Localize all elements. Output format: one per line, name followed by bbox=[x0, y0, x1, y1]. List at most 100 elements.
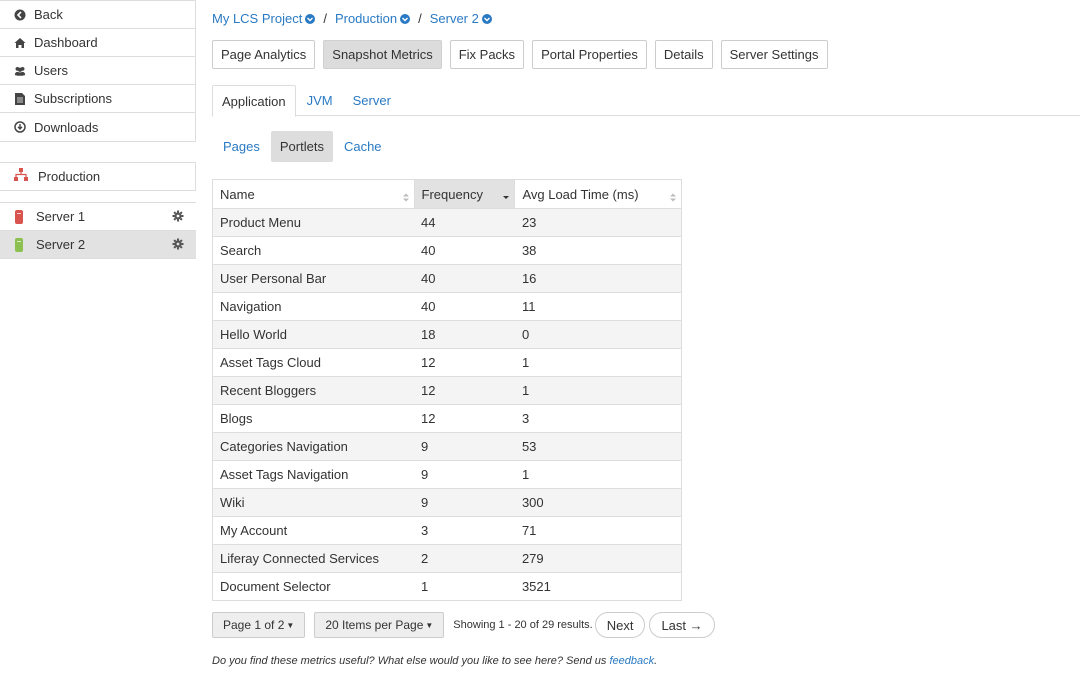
sidebar-item-label: Subscriptions bbox=[34, 91, 113, 106]
breadcrumb-server[interactable]: Server 2 bbox=[430, 11, 492, 26]
tab-server[interactable]: Server bbox=[344, 85, 400, 116]
next-page-button[interactable]: Next bbox=[594, 612, 646, 638]
page-select-label: Page 1 of 2 bbox=[223, 618, 285, 632]
results-summary: Showing 1 - 20 of 29 results. bbox=[453, 619, 593, 631]
feedback-link[interactable]: feedback bbox=[609, 655, 654, 667]
column-header-label: Name bbox=[220, 186, 255, 202]
cell-name: Search bbox=[212, 236, 415, 265]
server-red-icon bbox=[15, 209, 23, 224]
gear-icon[interactable] bbox=[172, 238, 184, 250]
server-item-2[interactable]: Server 2 bbox=[0, 231, 196, 259]
sidebar-item-label: Back bbox=[34, 7, 63, 22]
server-list: Server 1 Server 2 bbox=[0, 202, 196, 259]
table-row: User Personal Bar 40 16 bbox=[212, 264, 682, 293]
table-row: Blogs 12 3 bbox=[212, 404, 682, 433]
breadcrumb-project-label: My LCS Project bbox=[212, 11, 303, 26]
sort-icon bbox=[670, 190, 676, 202]
portal-properties-button[interactable]: Portal Properties bbox=[532, 40, 647, 69]
breadcrumb-environment[interactable]: Production bbox=[334, 11, 411, 26]
subtab-cache[interactable]: Cache bbox=[335, 131, 391, 162]
table-row: Asset Tags Navigation 9 1 bbox=[212, 460, 682, 489]
fix-packs-button[interactable]: Fix Packs bbox=[449, 40, 525, 69]
server-green-icon bbox=[15, 237, 23, 252]
cell-avg-load-time: 16 bbox=[514, 264, 682, 293]
breadcrumb-environment-label: Production bbox=[334, 11, 398, 26]
chevron-down-icon[interactable] bbox=[305, 13, 316, 24]
sidebar-item-subscriptions[interactable]: Subscriptions bbox=[0, 85, 195, 113]
pagination: Page 1 of 2 ▼ 20 Items per Page ▼ Showing … bbox=[212, 612, 719, 638]
cell-frequency: 44 bbox=[414, 208, 515, 237]
table-body: Product Menu 44 23 Search 40 38 User Personal … bbox=[212, 208, 682, 601]
server-settings-button[interactable]: Server Settings bbox=[720, 40, 828, 69]
cell-frequency: 12 bbox=[414, 404, 515, 433]
items-per-page-label: 20 Items per Page bbox=[325, 618, 424, 632]
cell-frequency: 12 bbox=[414, 376, 515, 405]
sidebar-item-users[interactable]: Users bbox=[0, 57, 195, 85]
environment-label: Production bbox=[38, 169, 101, 184]
feedback-end: . bbox=[654, 655, 658, 667]
column-header-frequency[interactable]: Frequency bbox=[413, 179, 516, 209]
breadcrumb: My LCS Project / Production / Server 2 bbox=[212, 11, 492, 26]
cell-avg-load-time: 279 bbox=[514, 544, 682, 573]
cell-frequency: 9 bbox=[414, 488, 515, 517]
table-row: Hello World 18 0 bbox=[212, 320, 682, 349]
page-select-button[interactable]: Page 1 of 2 ▼ bbox=[212, 612, 306, 638]
application-subtabs: Pages Portlets Cache bbox=[214, 131, 393, 162]
environment-item-production[interactable]: Production bbox=[0, 162, 196, 191]
cell-frequency: 1 bbox=[414, 572, 515, 601]
chevron-down-icon[interactable] bbox=[481, 13, 492, 24]
cell-avg-load-time: 53 bbox=[514, 432, 682, 461]
download-circle-icon bbox=[14, 121, 26, 133]
cell-frequency: 40 bbox=[414, 236, 515, 265]
table-row: My Account 3 71 bbox=[212, 516, 682, 545]
snapshot-metrics-button[interactable]: Snapshot Metrics bbox=[323, 40, 442, 69]
cell-avg-load-time: 1 bbox=[514, 376, 682, 405]
cell-name: Categories Navigation bbox=[212, 432, 415, 461]
environment-icon bbox=[14, 168, 28, 185]
page-analytics-button[interactable]: Page Analytics bbox=[212, 40, 316, 69]
sidebar-item-back[interactable]: Back bbox=[0, 1, 195, 29]
tab-application[interactable]: Application bbox=[212, 85, 296, 117]
subtab-pages[interactable]: Pages bbox=[214, 131, 269, 162]
subtab-portlets[interactable]: Portlets bbox=[270, 131, 333, 162]
items-per-page-button[interactable]: 20 Items per Page ▼ bbox=[314, 612, 445, 638]
tab-jvm[interactable]: JVM bbox=[298, 85, 342, 116]
sidebar-item-dashboard[interactable]: Dashboard bbox=[0, 29, 195, 57]
cell-avg-load-time: 300 bbox=[514, 488, 682, 517]
cell-frequency: 40 bbox=[414, 264, 515, 293]
back-circle-icon bbox=[14, 9, 26, 21]
server-item-1[interactable]: Server 1 bbox=[0, 203, 196, 231]
sort-desc-icon bbox=[503, 190, 510, 199]
chevron-down-icon[interactable] bbox=[400, 13, 411, 24]
cell-avg-load-time: 1 bbox=[514, 348, 682, 377]
cell-frequency: 3 bbox=[414, 516, 515, 545]
table-row: Navigation 40 11 bbox=[212, 292, 682, 321]
cell-avg-load-time: 1 bbox=[514, 460, 682, 489]
portlets-table: Name Frequency Avg Load Time (ms) Produc… bbox=[212, 179, 682, 601]
cell-avg-load-time: 11 bbox=[514, 292, 682, 321]
caret-down-icon: ▼ bbox=[425, 620, 434, 630]
cell-avg-load-time: 23 bbox=[514, 208, 682, 237]
cell-avg-load-time: 3521 bbox=[514, 572, 682, 601]
column-header-avg-load-time[interactable]: Avg Load Time (ms) bbox=[514, 179, 682, 209]
column-header-name[interactable]: Name bbox=[212, 179, 415, 209]
section-buttons: Page Analytics Snapshot Metrics Fix Pack… bbox=[212, 40, 836, 69]
breadcrumb-project[interactable]: My LCS Project bbox=[212, 11, 316, 26]
details-button[interactable]: Details bbox=[654, 40, 713, 69]
server-label: Server 2 bbox=[36, 237, 86, 252]
cell-name: Recent Bloggers bbox=[212, 376, 415, 405]
cell-avg-load-time: 71 bbox=[514, 516, 682, 545]
table-row: Product Menu 44 23 bbox=[212, 208, 682, 237]
caret-down-icon: ▼ bbox=[286, 620, 295, 630]
breadcrumb-separator: / bbox=[418, 11, 422, 26]
gear-icon[interactable] bbox=[172, 210, 184, 222]
cell-avg-load-time: 0 bbox=[514, 320, 682, 349]
cell-name: User Personal Bar bbox=[212, 264, 415, 293]
sidebar-item-downloads[interactable]: Downloads bbox=[0, 113, 195, 141]
cell-name: Liferay Connected Services bbox=[212, 544, 415, 573]
cell-frequency: 12 bbox=[414, 348, 515, 377]
sidebar-item-label: Dashboard bbox=[34, 35, 98, 50]
users-icon bbox=[14, 65, 26, 77]
last-page-button[interactable]: Last → bbox=[649, 612, 715, 638]
cell-avg-load-time: 3 bbox=[514, 404, 682, 433]
